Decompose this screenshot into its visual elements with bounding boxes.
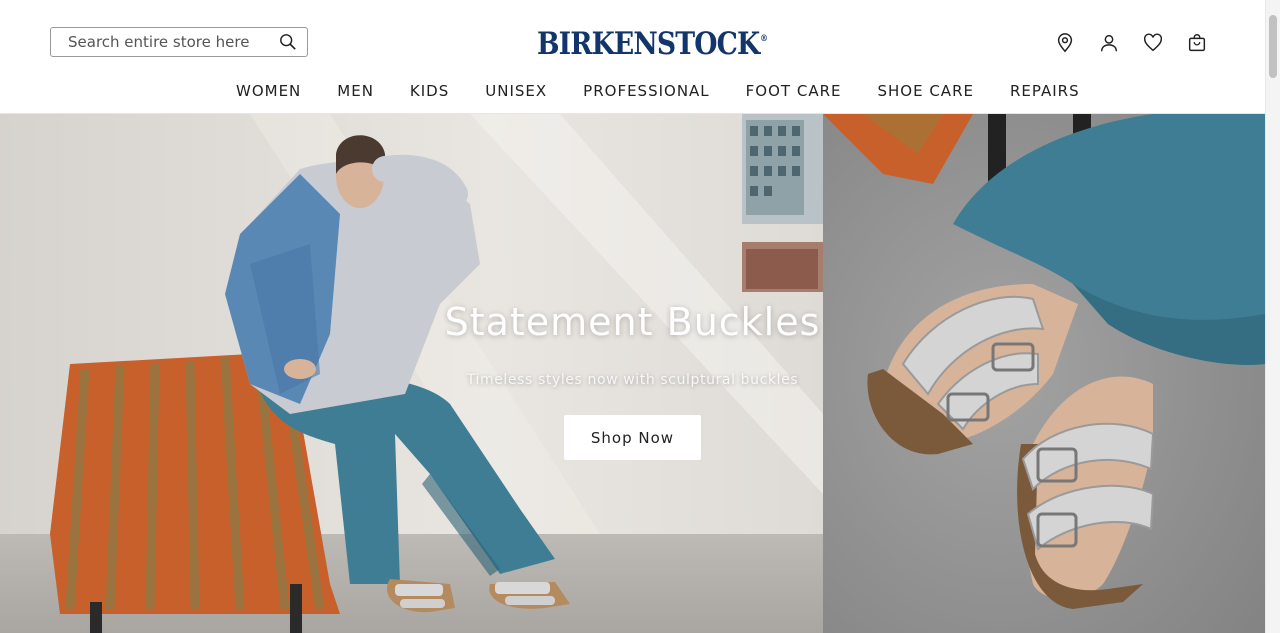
search-icon[interactable]: [279, 33, 297, 51]
nav-item-women[interactable]: WOMEN: [218, 82, 319, 100]
hero-title: Statement Buckles: [444, 300, 821, 344]
nav-item-professional[interactable]: PROFESSIONAL: [565, 82, 728, 100]
nav-item-men[interactable]: MEN: [319, 82, 392, 100]
cart-icon[interactable]: [1186, 32, 1208, 54]
hero-subtitle: Timeless styles now with sculptural buck…: [466, 372, 799, 388]
registered-mark: ®: [760, 34, 768, 44]
nav-item-unisex[interactable]: UNISEX: [467, 82, 565, 100]
nav-item-kids[interactable]: KIDS: [392, 82, 467, 100]
account-icon[interactable]: [1098, 32, 1120, 54]
shop-now-button[interactable]: Shop Now: [564, 415, 701, 460]
site-header: BIRKENSTOCK® WOMEN MEN KIDS UNISEX PROFE…: [0, 0, 1265, 114]
main-nav: WOMEN MEN KIDS UNISEX PROFESSIONAL FOOT …: [218, 82, 1098, 100]
hero-banner: Statement Buckles Timeless styles now wi…: [0, 114, 1265, 633]
nav-item-shoe-care[interactable]: SHOE CARE: [859, 82, 992, 100]
search-input[interactable]: [66, 32, 280, 52]
nav-item-repairs[interactable]: REPAIRS: [992, 82, 1098, 100]
wishlist-icon[interactable]: [1142, 32, 1164, 54]
brand-logo[interactable]: BIRKENSTOCK®: [537, 26, 768, 62]
page-scrollbar[interactable]: [1265, 0, 1280, 633]
brand-name: BIRKENSTOCK: [537, 26, 760, 62]
search-box[interactable]: [50, 27, 308, 57]
scrollbar-thumb[interactable]: [1269, 15, 1277, 78]
location-icon[interactable]: [1054, 32, 1076, 54]
nav-item-foot-care[interactable]: FOOT CARE: [728, 82, 860, 100]
header-icons: [1054, 32, 1208, 54]
